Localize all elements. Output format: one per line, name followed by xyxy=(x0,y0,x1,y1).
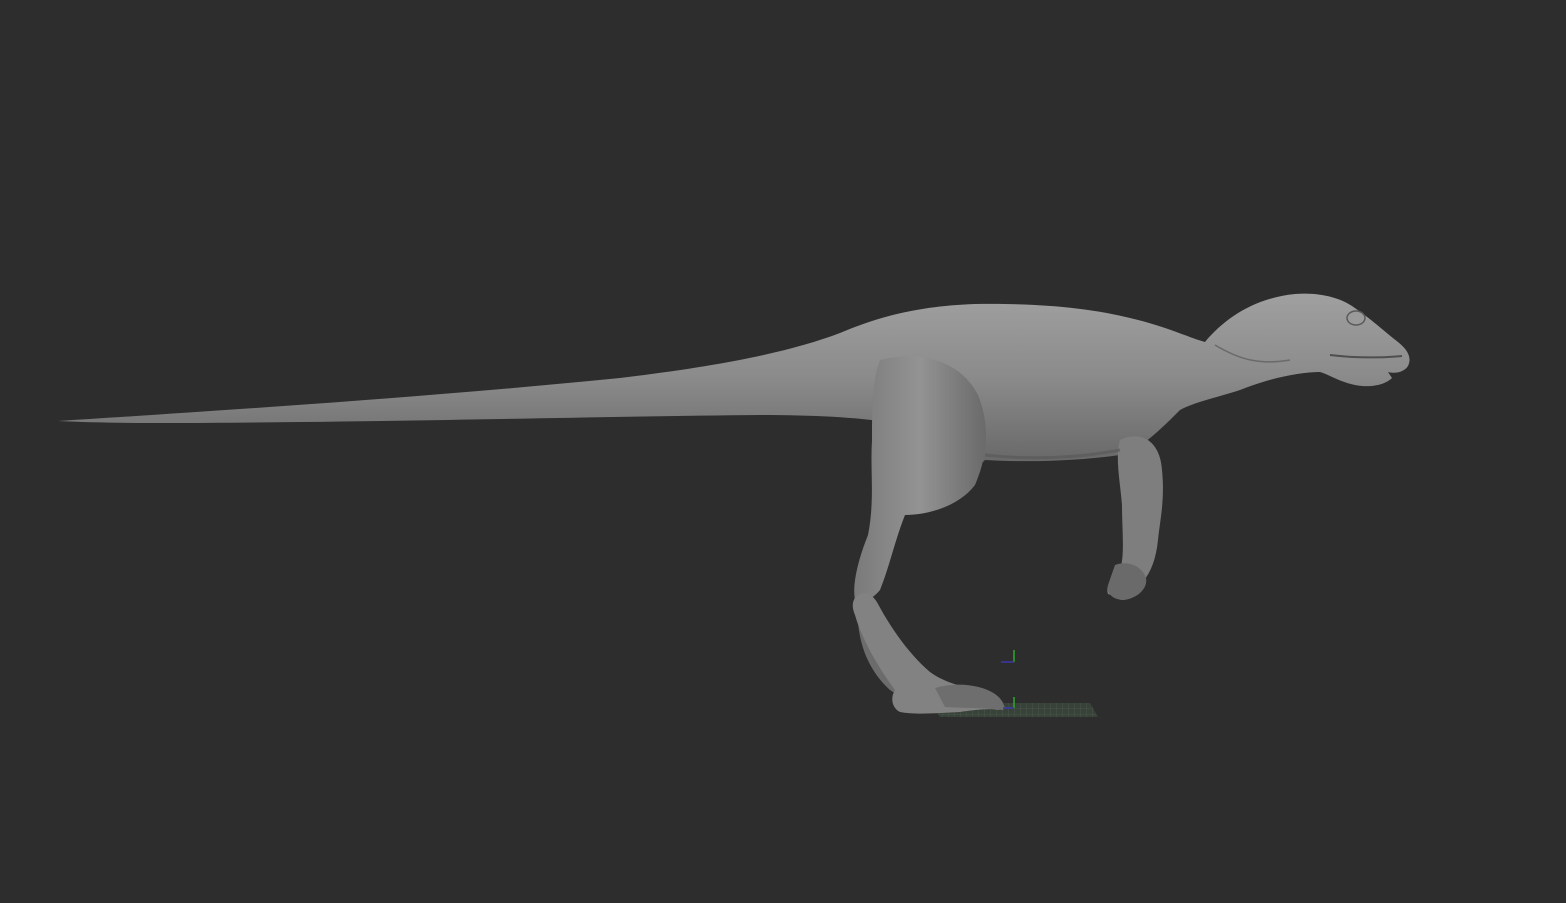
transpose-gizmo-icon[interactable] xyxy=(1001,650,1015,709)
eye xyxy=(1346,310,1366,326)
viewport-canvas[interactable] xyxy=(0,0,1566,903)
hind-toes xyxy=(935,684,1005,710)
3d-viewport[interactable] xyxy=(0,0,1566,903)
near-thigh xyxy=(854,356,986,602)
dinosaur-body xyxy=(58,293,1410,485)
